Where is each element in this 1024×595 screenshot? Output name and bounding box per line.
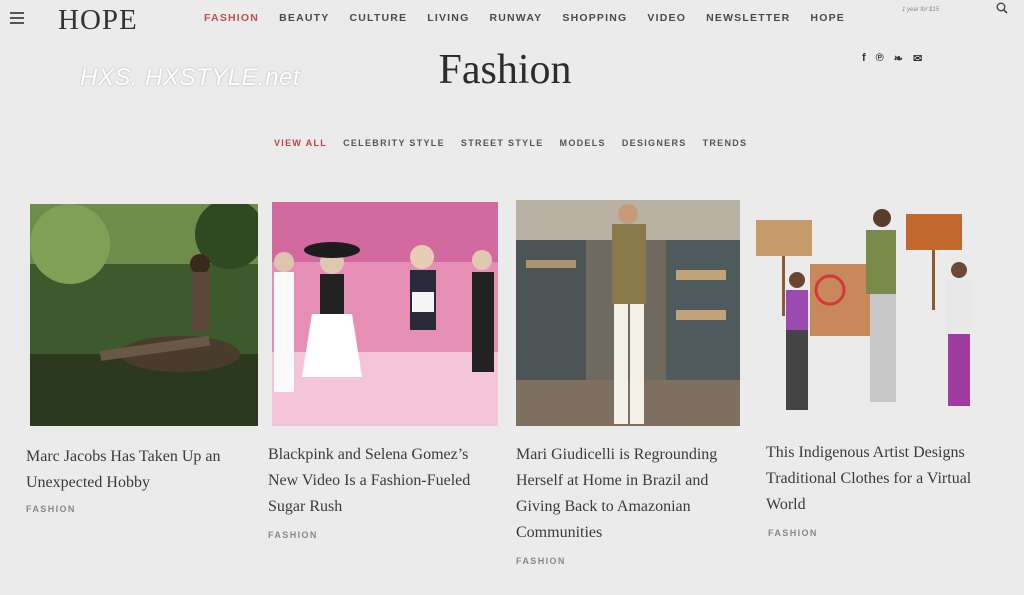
- article-headline[interactable]: This Indigenous Artist Designs Tradition…: [766, 440, 991, 518]
- article-category[interactable]: FASHION: [768, 528, 818, 538]
- email-icon[interactable]: ✉: [913, 52, 922, 65]
- nav-item-newsletter[interactable]: NEWSLETTER: [706, 12, 790, 24]
- nav-item-hope[interactable]: HOPE: [810, 12, 845, 24]
- search-icon[interactable]: [996, 2, 1008, 14]
- subnav-models[interactable]: MODELS: [560, 138, 606, 148]
- subnav-celebrity-style[interactable]: CELEBRITY STYLE: [343, 138, 445, 148]
- article-image[interactable]: [756, 200, 996, 426]
- subnav-designers[interactable]: DESIGNERS: [622, 138, 687, 148]
- main-nav: FASHION BEAUTY CULTURE LIVING RUNWAY SHO…: [204, 12, 865, 24]
- subscribe-link[interactable]: 1 year for $15: [902, 7, 939, 13]
- twitter-icon[interactable]: ❧: [894, 52, 903, 65]
- subnav-view-all[interactable]: VIEW ALL: [274, 138, 327, 148]
- article-headline[interactable]: Marc Jacobs Has Taken Up an Unexpected H…: [26, 444, 236, 496]
- article-category[interactable]: FASHION: [26, 504, 76, 514]
- pinterest-icon[interactable]: ℗: [876, 52, 884, 65]
- article-headline[interactable]: Mari Giudicelli is Regrounding Herself a…: [516, 442, 731, 546]
- page-title: Fashion: [438, 47, 572, 93]
- subnav-trends[interactable]: TRENDS: [703, 138, 748, 148]
- article-image[interactable]: [30, 204, 258, 426]
- nav-item-runway[interactable]: RUNWAY: [489, 12, 542, 24]
- menu-icon[interactable]: [10, 12, 24, 27]
- nav-item-living[interactable]: LIVING: [427, 12, 469, 24]
- subnav-street-style[interactable]: STREET STYLE: [461, 138, 544, 148]
- sub-navigation: VIEW ALL CELEBRITY STYLE STREET STYLE MO…: [274, 138, 763, 148]
- article-card[interactable]: Blackpink and Selena Gomez’s New Video I…: [268, 202, 500, 552]
- nav-item-video[interactable]: VIDEO: [647, 12, 686, 24]
- nav-item-beauty[interactable]: BEAUTY: [279, 12, 329, 24]
- article-headline[interactable]: Blackpink and Selena Gomez’s New Video I…: [268, 442, 483, 520]
- nav-item-fashion[interactable]: FASHION: [204, 12, 259, 24]
- article-image[interactable]: [516, 200, 740, 426]
- facebook-icon[interactable]: f: [862, 52, 866, 65]
- article-category[interactable]: FASHION: [516, 556, 566, 566]
- top-navigation-bar: HOPE FASHION BEAUTY CULTURE LIVING RUNWA…: [0, 0, 1024, 36]
- article-card[interactable]: This Indigenous Artist Designs Tradition…: [756, 200, 996, 552]
- article-category[interactable]: FASHION: [268, 530, 318, 540]
- social-share: f ℗ ❧ ✉: [862, 52, 922, 65]
- article-card[interactable]: Mari Giudicelli is Regrounding Herself a…: [516, 200, 740, 576]
- nav-item-culture[interactable]: CULTURE: [349, 12, 407, 24]
- article-card[interactable]: Marc Jacobs Has Taken Up an Unexpected H…: [26, 204, 260, 524]
- nav-item-shopping[interactable]: SHOPPING: [562, 12, 627, 24]
- site-logo[interactable]: HOPE: [58, 4, 138, 37]
- article-image[interactable]: [272, 202, 498, 426]
